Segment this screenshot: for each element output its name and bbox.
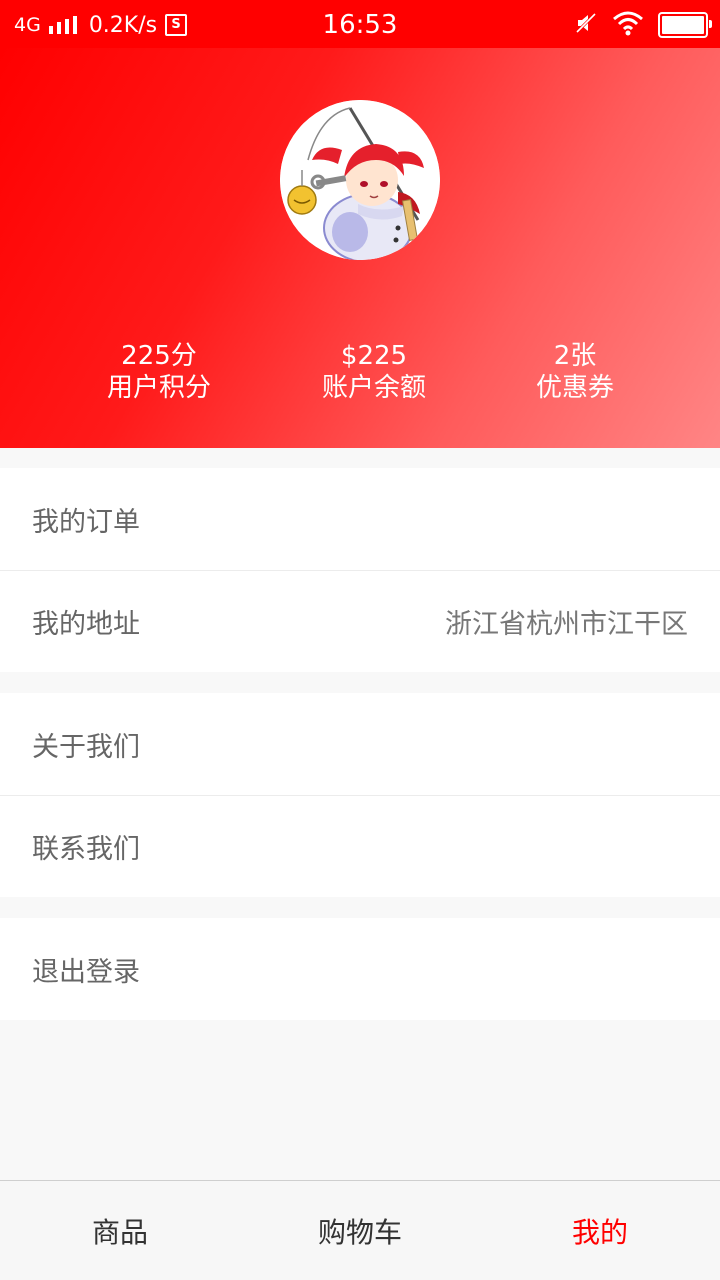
tab-cart[interactable]: 购物车 bbox=[240, 1181, 480, 1280]
stat-points-label: 用户积分 bbox=[106, 373, 211, 403]
tab-mine[interactable]: 我的 bbox=[480, 1181, 720, 1280]
wifi-icon bbox=[612, 10, 644, 40]
tab-cart-label: 购物车 bbox=[317, 1215, 402, 1249]
menu-item-contact-label: 联系我们 bbox=[32, 834, 140, 865]
profile-screen: 4G 0.2K/s S 16:53 225分 用户积分 $225 账户余额 2张… bbox=[0, 0, 720, 1280]
menu-item-address-label: 我的地址 bbox=[32, 609, 140, 640]
bottom-tab-bar: 商品 购物车 我的 bbox=[0, 1180, 720, 1280]
mute-icon bbox=[574, 11, 598, 39]
tab-products[interactable]: 商品 bbox=[0, 1181, 240, 1280]
avatar[interactable] bbox=[280, 100, 440, 260]
menu-group-logout: 退出登录 bbox=[0, 918, 720, 1020]
stat-points-value: 225分 bbox=[121, 341, 197, 371]
stat-points[interactable]: 225分 用户积分 bbox=[59, 340, 259, 404]
stat-balance-label: 账户余额 bbox=[321, 373, 426, 403]
menu-item-orders[interactable]: 我的订单 bbox=[0, 468, 720, 570]
stat-coupons-value: 2张 bbox=[553, 341, 597, 371]
menu-item-about-label: 关于我们 bbox=[32, 731, 140, 763]
stat-balance[interactable]: $225 账户余额 bbox=[274, 340, 474, 404]
status-bar: 4G 0.2K/s S 16:53 bbox=[0, 0, 720, 48]
logout-label: 退出登录 bbox=[32, 956, 140, 988]
logout-button[interactable]: 退出登录 bbox=[0, 918, 720, 1020]
menu-item-contact[interactable]: 联系我们 bbox=[0, 795, 720, 897]
stat-coupons-label: 优惠券 bbox=[535, 373, 614, 403]
anime-avatar-icon bbox=[280, 100, 440, 260]
menu-group-info: 关于我们 联系我们 bbox=[0, 693, 720, 897]
profile-header: 225分 用户积分 $225 账户余额 2张 优惠券 bbox=[0, 48, 720, 448]
stat-coupons[interactable]: 2张 优惠券 bbox=[475, 340, 675, 404]
tab-mine-label: 我的 bbox=[571, 1215, 628, 1249]
tab-products-label: 商品 bbox=[91, 1215, 148, 1249]
status-right bbox=[574, 10, 712, 40]
battery-icon bbox=[658, 12, 712, 38]
stats-row: 225分 用户积分 $225 账户余额 2张 优惠券 bbox=[0, 340, 720, 410]
menu-item-about[interactable]: 关于我们 bbox=[0, 693, 720, 795]
stat-balance-value: $225 bbox=[340, 341, 408, 371]
menu-group-orders: 我的订单 我的地址 浙江省杭州市江干区 bbox=[0, 468, 720, 672]
address-value: 浙江省杭州市江干区 bbox=[445, 609, 688, 640]
menu-item-orders-label: 我的订单 bbox=[32, 506, 140, 538]
menu-item-address[interactable]: 我的地址 浙江省杭州市江干区 bbox=[0, 570, 720, 672]
